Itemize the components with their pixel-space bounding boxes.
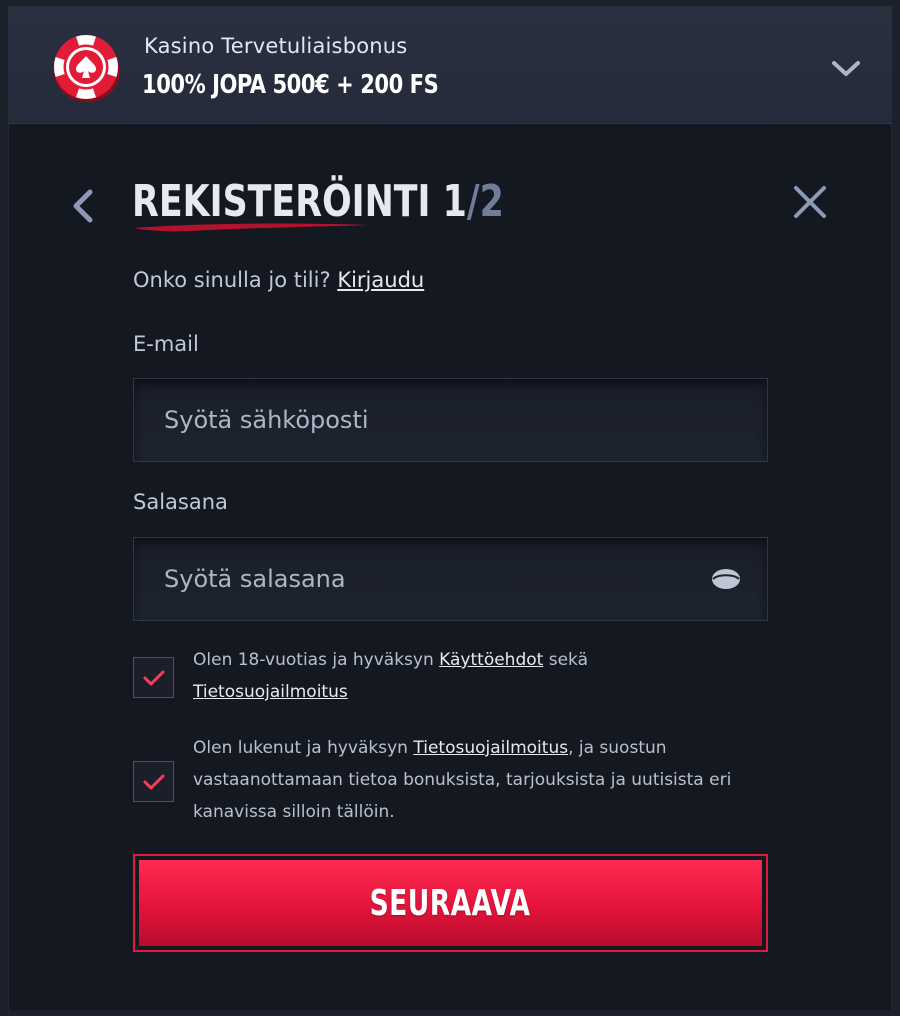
email-field-container: [133, 378, 768, 462]
consent-terms-text: Olen 18-vuotias ja hyväksyn Käyttöehdot …: [193, 644, 773, 708]
login-link[interactable]: Kirjaudu: [337, 268, 424, 292]
step-total: 2: [479, 176, 504, 227]
eye-icon[interactable]: [711, 568, 741, 590]
consent-terms-text-a: Olen 18-vuotias ja hyväksyn: [193, 650, 434, 670]
terms-link[interactable]: Käyttöehdot: [439, 650, 543, 670]
step-separator: /: [466, 176, 480, 227]
next-button-label: SEURAAVA: [370, 882, 531, 924]
bonus-subtitle: Kasino Tervetuliaisbonus: [144, 34, 408, 58]
password-field-container: [133, 537, 768, 621]
consent-marketing-text-a: Olen lukenut ja hyväksyn: [193, 738, 408, 758]
casino-chip-icon: [54, 35, 120, 102]
next-button-fill: SEURAAVA: [139, 860, 762, 946]
login-prompt-text: Onko sinulla jo tili?: [133, 268, 331, 292]
password-field[interactable]: [164, 565, 724, 593]
bonus-title: 100% JOPA 500€ + 200 FS: [142, 70, 439, 100]
password-label: Salasana: [133, 490, 228, 514]
close-icon[interactable]: [788, 180, 832, 224]
title-underline-decoration: [134, 223, 370, 232]
consent-terms-text-b: sekä: [548, 650, 588, 670]
checkmark-icon: [143, 670, 165, 686]
back-arrow-icon[interactable]: [66, 186, 102, 226]
consent-terms-checkbox[interactable]: [133, 657, 174, 698]
privacy-link-2[interactable]: Tietosuojailmoitus: [413, 738, 568, 758]
consent-marketing-checkbox[interactable]: [133, 761, 174, 802]
step-current: 1: [442, 176, 467, 227]
checkmark-icon: [143, 774, 165, 790]
login-prompt: Onko sinulla jo tili? Kirjaudu: [133, 268, 424, 292]
next-button[interactable]: SEURAAVA: [133, 854, 768, 952]
bonus-banner[interactable]: Kasino Tervetuliaisbonus 100% JOPA 500€ …: [8, 6, 892, 124]
email-label: E-mail: [133, 332, 199, 356]
chevron-down-icon[interactable]: [826, 54, 866, 84]
consent-marketing-text: Olen lukenut ja hyväksyn Tietosuojailmoi…: [193, 732, 773, 828]
privacy-link[interactable]: Tietosuojailmoitus: [193, 682, 348, 702]
email-field[interactable]: [164, 406, 724, 434]
